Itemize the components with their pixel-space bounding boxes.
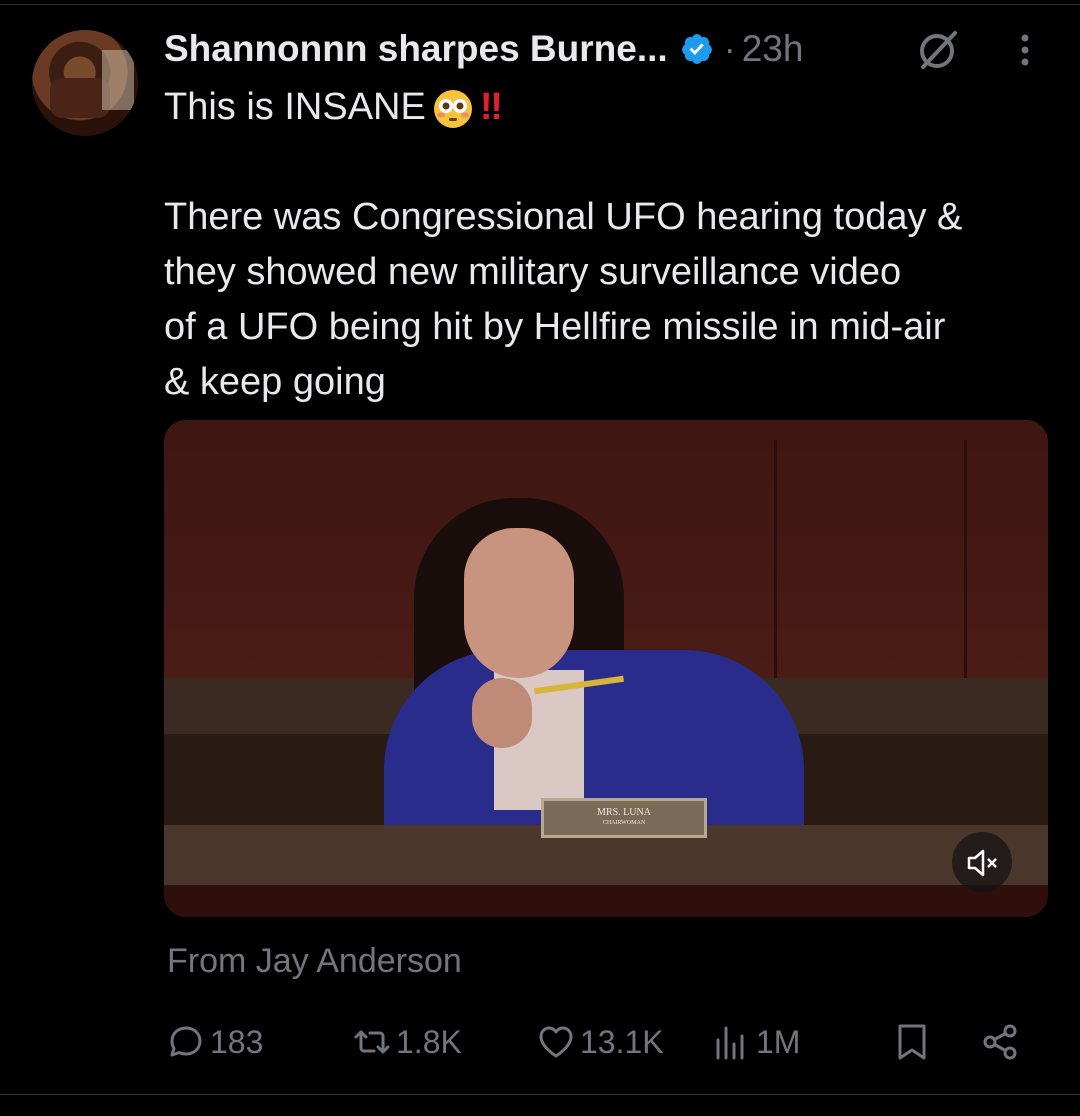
- tweet-line: & keep going: [164, 361, 386, 403]
- tweet-line: This is INSANE ‼: [164, 80, 1054, 135]
- like-button[interactable]: 13.1K: [536, 1014, 664, 1070]
- tweet-header: Shannonnn sharpes Burne... · 23h: [164, 24, 803, 74]
- reply-count: 183: [210, 1023, 264, 1060]
- bookmark-button[interactable]: [892, 1014, 936, 1070]
- mute-button[interactable]: [952, 832, 1012, 892]
- nameplate-name: MRS. LUNA: [597, 807, 651, 818]
- heart-icon: [539, 1026, 573, 1058]
- analytics-icon: [716, 1026, 744, 1060]
- repost-count: 1.8K: [396, 1023, 462, 1060]
- more-options-icon[interactable]: [1010, 28, 1040, 72]
- action-bar: 183 1.8K 13.1K 1M: [0, 1014, 1080, 1070]
- nameplate-title: CHAIRWOMAN: [602, 820, 646, 826]
- repost-button[interactable]: 1.8K: [352, 1014, 462, 1070]
- share-button[interactable]: [980, 1014, 1024, 1070]
- verified-badge-icon[interactable]: [680, 32, 714, 66]
- tweet-text: This is INSANE ‼ There was Congressional…: [164, 80, 1054, 410]
- double-exclamation-emoji: ‼: [479, 86, 503, 128]
- views-button[interactable]: 1M: [712, 1014, 800, 1070]
- avatar-detail: [102, 50, 134, 110]
- video-scene-hand: [472, 678, 532, 748]
- display-name[interactable]: Shannonnn sharpes Burne...: [164, 28, 668, 70]
- video-player[interactable]: MRS. LUNA CHAIRWOMAN: [164, 420, 1048, 917]
- tweet-line: There was Congressional UFO hearing toda…: [164, 196, 963, 238]
- top-divider: [0, 4, 1080, 5]
- video-scene-desk-front: [164, 885, 1048, 917]
- like-count: 13.1K: [580, 1023, 664, 1060]
- tweet-line-text: This is INSANE: [164, 86, 426, 128]
- nameplate: MRS. LUNA CHAIRWOMAN: [541, 798, 707, 838]
- video-scene-person-face: [464, 528, 574, 678]
- avatar-detail: [50, 78, 110, 118]
- tweet-line: they showed new military surveillance vi…: [164, 251, 902, 293]
- volume-muted-icon: [967, 849, 997, 877]
- tweet-line: of a UFO being hit by Hellfire missile i…: [164, 306, 946, 348]
- reply-icon: [170, 1026, 202, 1057]
- share-icon: [983, 1024, 1017, 1060]
- separator-dot: ·: [723, 28, 736, 69]
- grok-icon[interactable]: [914, 26, 962, 74]
- timestamp[interactable]: 23h: [742, 28, 804, 70]
- avatar[interactable]: [32, 30, 138, 136]
- view-count: 1M: [756, 1023, 801, 1060]
- flushed-face-emoji-icon: [433, 89, 472, 128]
- reply-button[interactable]: 183: [166, 1014, 263, 1070]
- video-attribution[interactable]: From Jay Anderson: [167, 942, 462, 981]
- repost-icon: [354, 1030, 390, 1054]
- bookmark-icon: [898, 1024, 926, 1060]
- bottom-divider: [0, 1094, 1080, 1095]
